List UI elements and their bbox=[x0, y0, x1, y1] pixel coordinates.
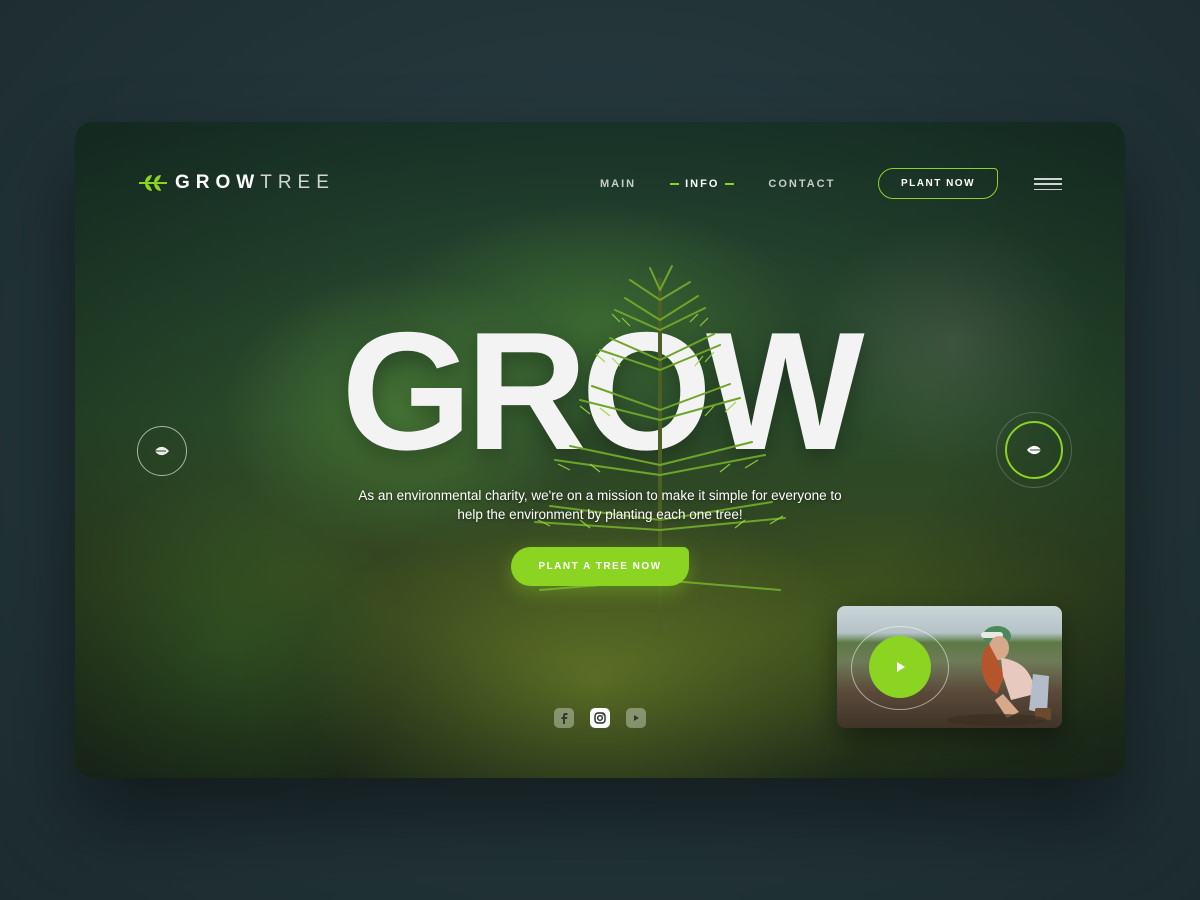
hero-title: GROW bbox=[341, 297, 864, 485]
nav-item-contact[interactable]: CONTACT bbox=[768, 178, 835, 190]
next-slide-button[interactable] bbox=[1005, 421, 1063, 479]
leaf-icon bbox=[155, 446, 169, 456]
volunteer-planting-image bbox=[947, 626, 1051, 726]
nav-item-label: MAIN bbox=[600, 178, 637, 190]
nav-item-info[interactable]: INFO bbox=[670, 178, 735, 190]
logo-bold-text: GROW bbox=[175, 172, 261, 193]
play-icon[interactable] bbox=[869, 636, 931, 698]
facebook-icon[interactable] bbox=[554, 708, 574, 728]
prev-slide-button[interactable] bbox=[137, 426, 187, 476]
nav-item-label: INFO bbox=[685, 178, 720, 190]
leaf-icon bbox=[1027, 445, 1041, 455]
hero-card: GROWTREE MAIN INFO CONTACT PLANT NOW GRO… bbox=[75, 122, 1125, 778]
social-links bbox=[554, 708, 646, 728]
nav-item-label: CONTACT bbox=[768, 178, 836, 190]
hero-subtitle: As an environmental charity, we're on a … bbox=[358, 488, 842, 522]
logo-light-text: TREE bbox=[260, 172, 335, 193]
instagram-icon[interactable] bbox=[590, 708, 610, 728]
hamburger-icon[interactable] bbox=[1034, 178, 1062, 190]
logo[interactable]: GROWTREE bbox=[137, 172, 335, 194]
active-dash-left bbox=[670, 183, 680, 185]
active-dash-right bbox=[725, 183, 735, 185]
nav-item-main[interactable]: MAIN bbox=[600, 178, 636, 190]
plant-now-button[interactable]: PLANT NOW bbox=[878, 168, 998, 199]
plant-a-tree-button[interactable]: PLANT A TREE NOW bbox=[511, 547, 689, 586]
leaf-logo-icon bbox=[139, 175, 167, 191]
logo-wordmark: GROWTREE bbox=[175, 172, 335, 194]
main-nav: MAIN INFO CONTACT bbox=[600, 178, 835, 190]
video-preview[interactable] bbox=[837, 606, 1062, 728]
youtube-icon[interactable] bbox=[626, 708, 646, 728]
